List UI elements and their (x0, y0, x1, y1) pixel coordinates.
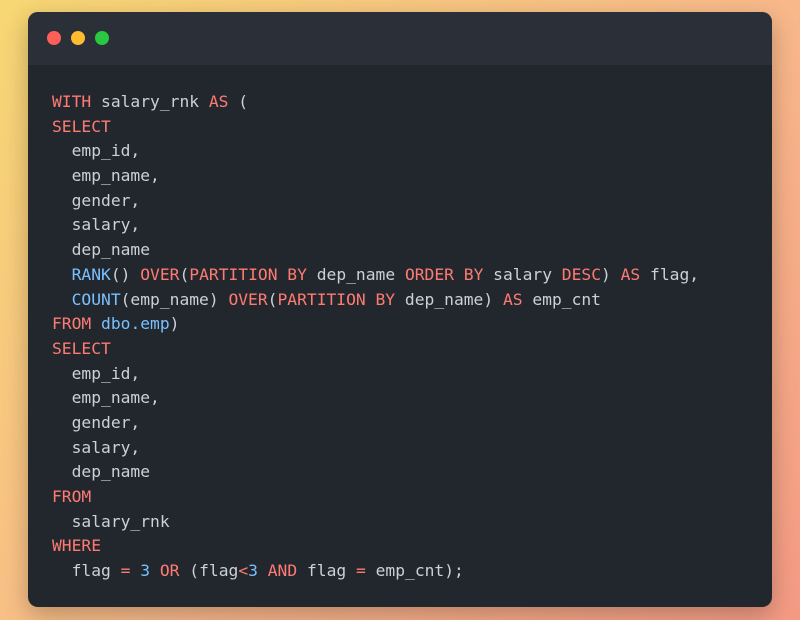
code-token: gender, (52, 190, 141, 210)
code-token: salary (483, 264, 562, 284)
code-token: dbo.emp (101, 314, 170, 334)
code-token: 3 (248, 561, 258, 581)
code-line: emp_name, (52, 386, 699, 411)
code-token: COUNT (71, 289, 121, 309)
code-token: RANK (71, 264, 111, 284)
code-token: AS (208, 92, 229, 111)
code-token: DESC (561, 264, 602, 284)
code-token: 3 (140, 561, 151, 581)
code-token: flag (297, 561, 356, 581)
code-line: SELECT (52, 337, 699, 362)
code-token: AS (620, 264, 641, 284)
code-line: flag = 3 OR (flag<3 AND flag = emp_cnt); (52, 559, 699, 584)
code-block: WITH salary_rnk AS (SELECT emp_id, emp_n… (52, 90, 699, 584)
code-token: AS (502, 289, 523, 309)
code-line: WHERE (52, 534, 699, 559)
code-token: () (110, 264, 141, 284)
code-token: emp_name, (52, 166, 160, 186)
code-token: ORDER BY (404, 264, 484, 284)
code-line: RANK() OVER(PARTITION BY dep_name ORDER … (52, 263, 699, 288)
code-token: emp_id, (52, 363, 141, 383)
code-token: salary, (52, 437, 141, 457)
code-token: emp_cnt (522, 289, 601, 309)
code-token: FROM (52, 314, 92, 334)
window-titlebar (28, 12, 772, 65)
code-token: flag, (640, 264, 700, 284)
maximize-window-icon[interactable] (95, 31, 109, 45)
code-token: emp_id, (52, 141, 141, 161)
code-line: FROM dbo.emp) (52, 312, 699, 337)
code-token: (emp_name) (120, 289, 229, 309)
code-token: SELECT (52, 338, 111, 358)
code-token: dep_name (306, 264, 405, 284)
code-token: dep_name (52, 240, 151, 260)
code-token: WHERE (52, 536, 102, 556)
code-token: < (238, 561, 249, 581)
code-token: = (120, 561, 131, 581)
code-line: salary, (52, 213, 699, 238)
code-line: FROM (52, 485, 699, 510)
code-token: salary_rnk (52, 511, 170, 531)
code-token: WITH (52, 92, 92, 111)
close-window-icon[interactable] (47, 31, 61, 45)
code-line: WITH salary_rnk AS ( (52, 90, 699, 115)
code-token: PARTITION BY (277, 289, 396, 309)
code-line: gender, (52, 189, 699, 214)
code-token: dep_name (52, 462, 151, 482)
code-token: gender, (52, 412, 141, 432)
code-token: salary_rnk (91, 92, 209, 111)
code-token: AND (267, 561, 298, 581)
minimize-window-icon[interactable] (71, 31, 85, 45)
code-token: (flag (179, 561, 239, 581)
code-token: emp_cnt); (365, 561, 464, 581)
code-token: salary, (52, 215, 141, 235)
code-line: COUNT(emp_name) OVER(PARTITION BY dep_na… (52, 288, 699, 313)
code-token: OVER (140, 264, 180, 284)
code-line: emp_id, (52, 362, 699, 387)
code-line: emp_id, (52, 139, 699, 164)
code-line: dep_name (52, 460, 699, 485)
code-token: ) (601, 264, 621, 284)
code-token: dep_name) (395, 289, 503, 309)
code-line: emp_name, (52, 164, 699, 189)
code-token: ( (179, 264, 190, 284)
code-line: gender, (52, 411, 699, 436)
code-line: salary_rnk (52, 510, 699, 535)
code-token: flag (52, 561, 121, 581)
code-token: emp_name, (52, 388, 160, 408)
code-token: OVER (228, 289, 268, 309)
code-window: WITH salary_rnk AS (SELECT emp_id, emp_n… (28, 12, 772, 607)
code-token: FROM (52, 487, 92, 506)
code-token: ) (169, 314, 180, 334)
code-token: = (356, 561, 366, 581)
code-line: salary, (52, 436, 699, 461)
code-line: SELECT (52, 115, 699, 140)
code-token: ( (267, 289, 278, 309)
code-line: dep_name (52, 238, 699, 263)
code-token: PARTITION BY (189, 264, 307, 284)
code-token: ( (228, 92, 249, 111)
code-token: SELECT (52, 116, 111, 136)
code-token: OR (159, 561, 180, 581)
